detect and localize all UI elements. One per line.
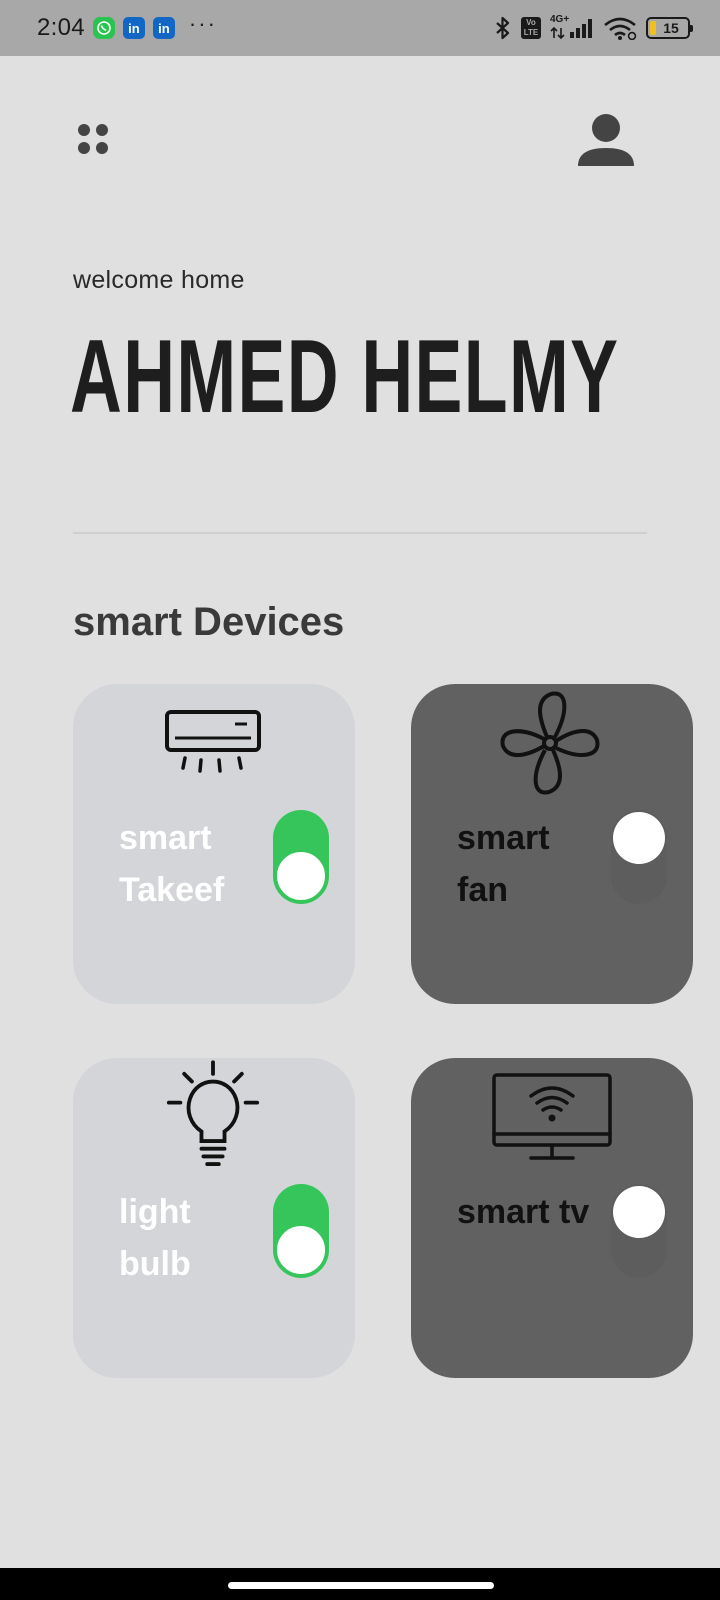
smart-tv-icon: [492, 1073, 612, 1160]
device-card-light-bulb[interactable]: light bulb: [73, 1058, 355, 1378]
menu-dot: [96, 124, 108, 136]
home-indicator[interactable]: [228, 1582, 494, 1589]
volte-icon: Vo LTE: [521, 17, 541, 39]
more-notifications-icon: ···: [188, 11, 217, 36]
welcome-text: welcome home: [73, 266, 245, 294]
bluetooth-icon: [496, 16, 510, 40]
toggle-knob: [613, 1186, 665, 1238]
battery-icon: 15: [646, 17, 693, 39]
user-name: AHMED HELMY: [70, 319, 620, 435]
status-right: Vo LTE 4G+ 15: [494, 14, 693, 40]
status-time: 2:04: [37, 14, 85, 41]
section-title: smart Devices: [73, 600, 345, 644]
fan-icon: [500, 691, 600, 795]
status-left: 2:04 in in ···: [37, 11, 217, 42]
power-toggle[interactable]: [273, 1184, 329, 1278]
menu-dot: [78, 124, 90, 136]
air-conditioner-icon: [165, 710, 261, 773]
device-name: smart tv: [457, 1193, 590, 1231]
device-card-tv[interactable]: smart tv: [411, 1058, 693, 1378]
menu-dots-icon[interactable]: [78, 124, 114, 160]
device-card-fan[interactable]: smart fan: [411, 684, 693, 1004]
toggle-knob: [275, 1224, 327, 1276]
divider: [73, 532, 647, 534]
device-name: smart fan: [457, 819, 550, 909]
power-toggle[interactable]: [611, 1184, 667, 1278]
menu-dot: [78, 142, 90, 154]
linkedin-icon: in: [152, 17, 175, 39]
power-toggle[interactable]: [273, 810, 329, 904]
wifi-icon: [604, 17, 637, 40]
device-card-takeef[interactable]: smart Takeef: [73, 684, 355, 1004]
menu-dot: [96, 142, 108, 154]
whatsapp-icon: [92, 17, 115, 39]
device-name: light bulb: [119, 1193, 191, 1283]
profile-icon[interactable]: [576, 112, 636, 172]
toggle-knob: [613, 812, 665, 864]
power-toggle[interactable]: [611, 810, 667, 904]
status-bar: 2:04 in in ··· Vo LTE 4G+ 15: [0, 0, 720, 56]
linkedin-icon: in: [122, 17, 145, 39]
navigation-bar: [0, 1568, 720, 1600]
battery-level: 15: [663, 20, 679, 36]
device-name: smart Takeef: [119, 819, 225, 909]
volte-label: Vo LTE: [523, 18, 539, 37]
toggle-knob: [275, 850, 327, 902]
light-bulb-icon: [166, 1060, 260, 1167]
cellular-signal-icon: 4G+: [550, 14, 594, 40]
